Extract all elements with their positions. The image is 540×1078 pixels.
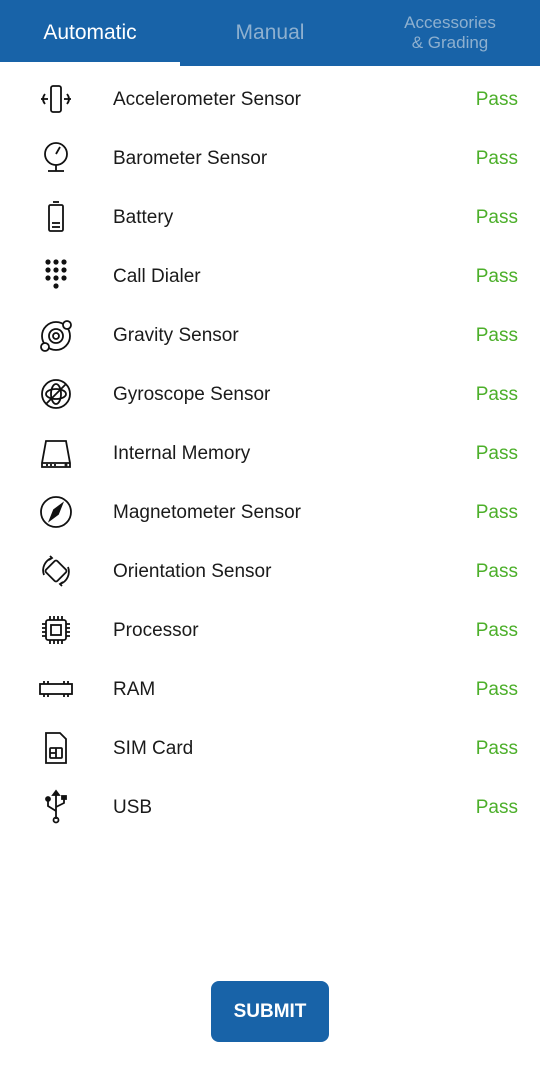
active-tab-indicator — [0, 62, 180, 66]
accelerometer-icon — [36, 81, 76, 117]
submit-button[interactable]: SUBMIT — [211, 981, 329, 1042]
test-name: Gyroscope Sensor — [113, 384, 271, 405]
hard-drive-icon — [36, 435, 76, 471]
gyroscope-icon — [36, 376, 76, 412]
sim-card-icon — [36, 730, 76, 766]
test-row: Barometer Sensor Pass — [0, 129, 540, 188]
test-status: Pass — [475, 502, 518, 523]
test-row: USB Pass — [0, 778, 540, 837]
tab-bar: Automatic Manual Accessories & Grading — [0, 0, 540, 66]
test-status: Pass — [475, 561, 518, 582]
test-status: Pass — [475, 620, 518, 641]
test-row: Orientation Sensor Pass — [0, 542, 540, 601]
test-row: Call Dialer Pass — [0, 247, 540, 306]
test-status: Pass — [475, 207, 518, 228]
test-status: Pass — [475, 325, 518, 346]
test-status: Pass — [475, 443, 518, 464]
test-row: Processor Pass — [0, 601, 540, 660]
battery-icon — [36, 199, 76, 235]
test-name: Accelerometer Sensor — [113, 89, 301, 110]
compass-icon — [36, 494, 76, 530]
test-row: SIM Card Pass — [0, 719, 540, 778]
test-name: USB — [113, 797, 153, 818]
screen-rotation-icon — [36, 553, 76, 589]
gravity-icon — [36, 317, 76, 353]
test-row: Internal Memory Pass — [0, 424, 540, 483]
test-status: Pass — [475, 679, 518, 700]
test-row: RAM Pass — [0, 660, 540, 719]
ram-module-icon — [36, 671, 76, 707]
test-name: SIM Card — [113, 738, 194, 759]
tab-label: Manual — [235, 20, 305, 44]
test-status: Pass — [475, 266, 518, 287]
test-name: Orientation Sensor — [113, 561, 272, 582]
test-status: Pass — [475, 89, 518, 110]
usb-icon — [36, 789, 76, 825]
test-name: Magnetometer Sensor — [113, 502, 301, 523]
test-row: Gyroscope Sensor Pass — [0, 365, 540, 424]
test-name: Gravity Sensor — [113, 325, 239, 346]
tab-accessories-grading[interactable]: Accessories & Grading — [360, 0, 540, 66]
test-status: Pass — [475, 738, 518, 759]
cpu-chip-icon — [36, 612, 76, 648]
test-row: Magnetometer Sensor Pass — [0, 483, 540, 542]
test-row: Accelerometer Sensor Pass — [0, 70, 540, 129]
test-results-list: Accelerometer Sensor Pass Barometer Sens… — [0, 70, 540, 837]
tab-manual[interactable]: Manual — [180, 0, 360, 66]
test-row: Battery Pass — [0, 188, 540, 247]
test-status: Pass — [475, 797, 518, 818]
test-name: Battery — [113, 207, 174, 228]
test-status: Pass — [475, 148, 518, 169]
dialpad-icon — [36, 258, 76, 294]
test-name: Processor — [113, 620, 199, 641]
test-name: Internal Memory — [113, 443, 251, 464]
tab-label: Automatic — [43, 20, 137, 44]
test-name: Barometer Sensor — [113, 148, 268, 169]
test-row: Gravity Sensor Pass — [0, 306, 540, 365]
tab-automatic[interactable]: Automatic — [0, 0, 180, 66]
barometer-icon — [36, 140, 76, 176]
test-status: Pass — [475, 384, 518, 405]
test-name: Call Dialer — [113, 266, 201, 287]
test-name: RAM — [113, 679, 156, 700]
tab-label: Accessories & Grading — [404, 13, 496, 52]
